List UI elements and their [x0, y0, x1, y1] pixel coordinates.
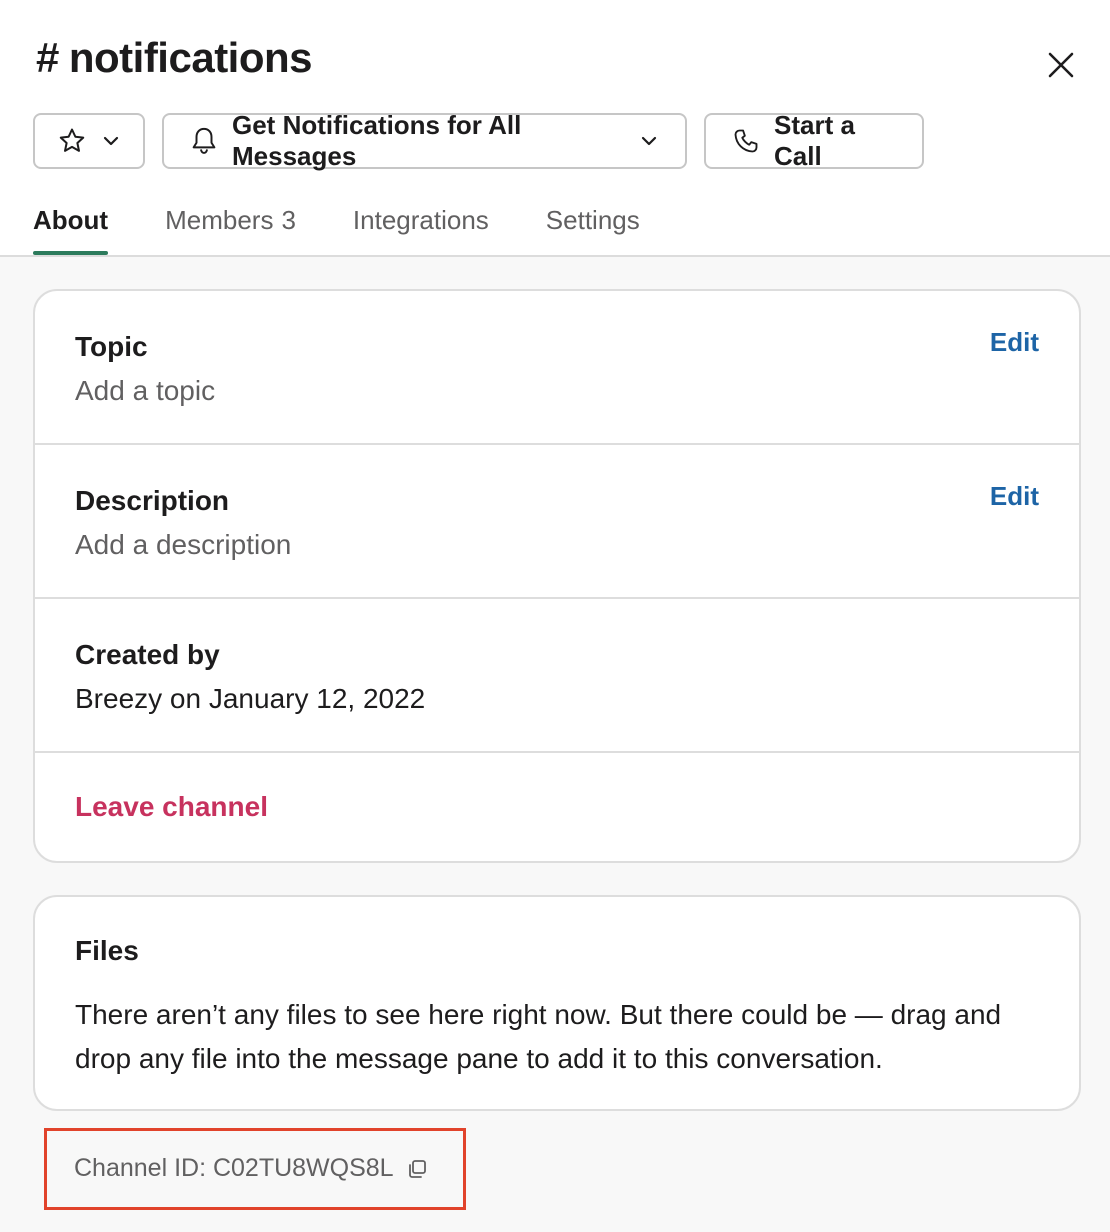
description-section: Description Add a description Edit	[35, 445, 1079, 599]
tab-about-label: About	[33, 205, 109, 235]
about-card: Topic Add a topic Edit Description Add a…	[33, 289, 1081, 863]
star-button[interactable]	[33, 113, 145, 169]
start-call-label: Start a Call	[774, 110, 855, 171]
created-by-value: Breezy on January 12, 2022	[75, 683, 426, 714]
channel-name: notifications	[68, 34, 313, 81]
close-icon	[1048, 52, 1074, 78]
tab-members[interactable]: Members 3	[165, 205, 296, 253]
leave-section: Leave channel	[35, 753, 1079, 861]
topic-label: Topic	[75, 331, 148, 362]
page-title: # notifications	[36, 34, 313, 82]
created-by-label: Created by	[75, 639, 220, 670]
notifications-button[interactable]: Get Notifications for All Messages	[162, 110, 687, 171]
topic-section: Topic Add a topic Edit	[35, 291, 1079, 445]
edit-topic-link[interactable]: Edit	[990, 327, 1039, 358]
files-empty-text: There aren’t any files to see here right…	[75, 999, 1002, 1074]
hash-symbol: #	[36, 34, 59, 81]
star-icon	[59, 128, 85, 152]
bell-icon	[192, 127, 216, 154]
edit-description-link[interactable]: Edit	[990, 481, 1039, 512]
tab-bar: About Members 3 Integrations Settings	[33, 205, 697, 255]
chevron-down-icon	[103, 136, 119, 146]
topic-value: Add a topic	[75, 375, 216, 406]
tab-members-label: Members	[165, 205, 274, 235]
tab-settings-label: Settings	[545, 205, 640, 235]
phone-icon	[734, 129, 758, 153]
created-by-section: Created by Breezy on January 12, 2022	[35, 599, 1079, 753]
start-call-button[interactable]: Start a Call	[704, 110, 924, 171]
channel-id-text: Channel ID: C02TU8WQS8L	[74, 1154, 394, 1182]
files-card: Files There aren’t any files to see here…	[33, 895, 1081, 1111]
close-button[interactable]	[1046, 50, 1076, 80]
tab-integrations[interactable]: Integrations	[353, 205, 489, 253]
tab-settings[interactable]: Settings	[546, 205, 640, 253]
chevron-down-icon	[641, 136, 657, 146]
action-buttons: Get Notifications for All Messages Start…	[33, 110, 924, 171]
tab-about[interactable]: About	[33, 205, 109, 255]
channel-id-copy[interactable]: Channel ID: C02TU8WQS8L	[74, 1154, 428, 1183]
copy-icon	[408, 1159, 426, 1178]
description-label: Description	[75, 485, 230, 516]
members-count: 3	[281, 205, 296, 235]
files-label: Files	[75, 935, 139, 966]
notifications-label: Get Notifications for All Messages	[232, 110, 522, 171]
channel-details-header: # notifications Get Notifications for Al…	[0, 0, 1110, 257]
tab-integrations-label: Integrations	[352, 205, 489, 235]
leave-channel-link[interactable]: Leave channel	[75, 791, 268, 823]
description-value: Add a description	[75, 529, 292, 560]
